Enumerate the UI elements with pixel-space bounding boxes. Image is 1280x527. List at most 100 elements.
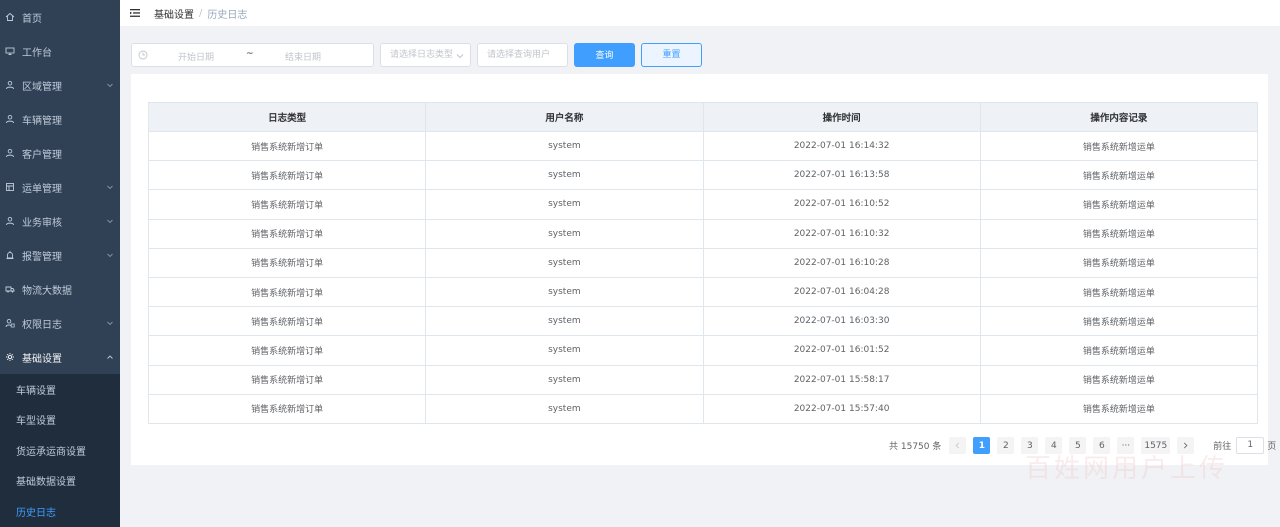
sidebar-item-2[interactable]: 区域管理 (0, 68, 120, 102)
alarm-icon (4, 249, 16, 261)
sidebar-item-label: 区域管理 (22, 81, 62, 93)
reset-button[interactable]: 重置 (641, 43, 702, 67)
cell-operation-time: 2022-07-01 16:13:58 (702, 160, 981, 191)
column-header-operation-content: 操作内容记录 (979, 102, 1259, 132)
chevron-down-icon (107, 321, 113, 326)
sidebar-item-1[interactable]: 工作台 (0, 34, 120, 68)
home-icon (4, 11, 16, 23)
query-user-input[interactable]: 请选择查询用户 (477, 43, 568, 67)
sidebar-item-3[interactable]: 车辆管理 (0, 102, 120, 136)
cell-log-type: 销售系统新增订单 (147, 189, 427, 220)
cell-operation-content: 销售系统新增运单 (979, 130, 1259, 162)
cell-operation-content: 销售系统新增运单 (979, 393, 1259, 424)
sidebar-item-label: 物流大数据 (22, 285, 72, 297)
cell-user-name: system (425, 160, 704, 191)
cell-operation-time: 2022-07-01 16:10:32 (702, 218, 981, 249)
sidebar-subitem-1[interactable]: 车型设置 (0, 405, 120, 436)
table-row[interactable]: 销售系统新增订单 system 2022-07-01 16:14:32 销售系统新增运… (147, 130, 1259, 162)
breadcrumb-parent[interactable]: 基础设置 (154, 6, 194, 21)
clock-icon (138, 50, 148, 60)
cell-user-name: system (425, 189, 704, 220)
cell-log-type: 销售系统新增订单 (147, 276, 427, 308)
table-row[interactable]: 销售系统新增订单 system 2022-07-01 16:10:32 销售系统新增运… (147, 218, 1259, 249)
sidebar-item-5[interactable]: 运单管理 (0, 170, 120, 204)
range-separator: ~ (246, 49, 254, 59)
breadcrumb-current: 历史日志 (207, 9, 248, 21)
breadcrumb-separator: / (199, 7, 203, 19)
cell-log-type: 销售系统新增订单 (147, 160, 427, 191)
cell-operation-content: 销售系统新增运单 (979, 364, 1259, 395)
sidebar-subitem-3[interactable]: 基础数据设置 (0, 466, 120, 497)
cell-log-type: 销售系统新增订单 (147, 247, 427, 278)
query-button[interactable]: 查询 (574, 43, 635, 67)
cell-user-name: system (425, 306, 704, 337)
chevron-down-icon (107, 185, 113, 190)
log-type-placeholder: 请选择日志类型 (390, 50, 454, 60)
total-count: 共 15750 条 (889, 442, 942, 452)
cell-operation-time: 2022-07-01 16:10:28 (702, 247, 981, 278)
cell-log-type: 销售系统新增订单 (147, 393, 427, 424)
sidebar-subitem-4[interactable]: 历史日志 (0, 496, 120, 527)
sidebar-item-4[interactable]: 客户管理 (0, 136, 120, 170)
table-row[interactable]: 销售系统新增订单 system 2022-07-01 16:13:58 销售系统新增运… (147, 160, 1259, 191)
table-row[interactable]: 销售系统新增订单 system 2022-07-01 15:57:40 销售系统新增运… (147, 393, 1259, 424)
sidebar-item-6[interactable]: 业务审核 (0, 204, 120, 238)
table-row[interactable]: 销售系统新增订单 system 2022-07-01 16:10:28 销售系统新增运… (147, 247, 1259, 278)
watermark: 百姓网用户上传 (1025, 454, 1229, 484)
table-row[interactable]: 销售系统新增订单 system 2022-07-01 16:01:52 销售系统新增运… (147, 335, 1259, 366)
chevron-down-icon (107, 253, 113, 258)
chevron-up-icon (107, 355, 113, 359)
user-icon (4, 215, 16, 227)
column-header-log-type: 日志类型 (147, 102, 427, 132)
cell-operation-content: 销售系统新增运单 (979, 276, 1259, 308)
chevron-left-icon (955, 442, 960, 449)
sidebar-item-0[interactable]: 首页 (0, 0, 120, 34)
cell-operation-time: 2022-07-01 16:04:28 (702, 276, 981, 308)
sidebar: 首页 工作台 区域管理 车辆管理 客户管理 运单管理 业务审核 报警管理 物流大数据 权限日志 基础… (0, 0, 120, 527)
cell-log-type: 销售系统新增订单 (147, 306, 427, 337)
cell-operation-content: 销售系统新增运单 (979, 160, 1259, 191)
navbar: 基础设置 / 历史日志 (120, 0, 1280, 26)
log-type-select[interactable]: 请选择日志类型 (380, 43, 471, 67)
table-row[interactable]: 销售系统新增订单 system 2022-07-01 15:58:17 销售系统新增运… (147, 364, 1259, 395)
goto-page-input[interactable]: 1 (1236, 437, 1265, 454)
page-number[interactable]: 2 (997, 437, 1015, 454)
cell-operation-time: 2022-07-01 16:03:30 (702, 306, 981, 337)
sidebar-item-label: 业务审核 (22, 217, 62, 229)
cell-operation-time: 2022-07-01 16:14:32 (702, 130, 981, 162)
column-header-user-name: 用户名称 (425, 102, 704, 132)
prev-page-button[interactable] (949, 437, 967, 454)
hamburger-icon[interactable] (130, 8, 140, 18)
date-range-picker[interactable]: 开始日期 ~ 结束日期 (131, 43, 374, 67)
history-log-table: 日志类型 用户名称 操作时间 操作内容记录 销售系统新增订单 system 2022… (147, 102, 1259, 424)
sidebar-item-10[interactable]: 基础设置 (0, 340, 120, 374)
start-date-input[interactable]: 开始日期 (178, 50, 214, 63)
sidebar-item-8[interactable]: 物流大数据 (0, 272, 120, 306)
cell-log-type: 销售系统新增订单 (147, 335, 427, 366)
sidebar-subitem-2[interactable]: 货运承运商设置 (0, 435, 120, 466)
cell-user-name: system (425, 130, 704, 162)
sidebar-item-label: 运单管理 (22, 183, 62, 195)
table-row[interactable]: 销售系统新增订单 system 2022-07-01 16:03:30 销售系统新增运… (147, 306, 1259, 337)
table-row[interactable]: 销售系统新增订单 system 2022-07-01 16:10:52 销售系统新增运… (147, 189, 1259, 220)
cell-log-type: 销售系统新增订单 (147, 364, 427, 395)
sidebar-subitem-0[interactable]: 车辆设置 (0, 374, 120, 405)
cell-user-name: system (425, 276, 704, 308)
user-icon (4, 79, 16, 91)
sidebar-item-label: 首页 (22, 13, 42, 25)
gear-icon (4, 351, 16, 363)
page-number[interactable]: 1 (973, 437, 991, 454)
sidebar-item-label: 工作台 (22, 47, 52, 59)
sidebar-item-7[interactable]: 报警管理 (0, 238, 120, 272)
cell-user-name: system (425, 364, 704, 395)
cell-user-name: system (425, 393, 704, 424)
user-icon (4, 147, 16, 159)
sidebar-item-label: 客户管理 (22, 149, 62, 161)
cell-operation-time: 2022-07-01 15:58:17 (702, 364, 981, 395)
sidebar-item-9[interactable]: 权限日志 (0, 306, 120, 340)
cell-log-type: 销售系统新增订单 (147, 130, 427, 162)
table-row[interactable]: 销售系统新增订单 system 2022-07-01 16:04:28 销售系统新增运… (147, 276, 1259, 308)
end-date-input[interactable]: 结束日期 (285, 50, 321, 63)
cell-operation-time: 2022-07-01 16:01:52 (702, 335, 981, 366)
cell-user-name: system (425, 247, 704, 278)
